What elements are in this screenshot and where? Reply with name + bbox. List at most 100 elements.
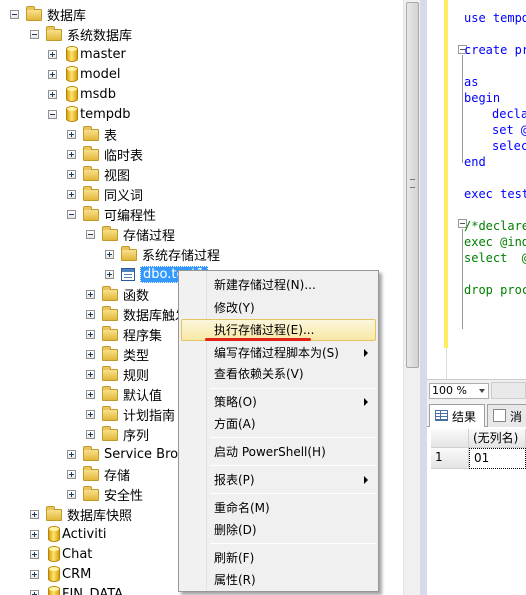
tree-node-system-stored-procedures[interactable]: 系统存储过程 (105, 244, 220, 264)
horizontal-scrollbar[interactable] (491, 382, 526, 399)
tree-node-plan-guides[interactable]: 计划指南 (86, 404, 175, 424)
expand-icon[interactable] (48, 89, 57, 99)
tree-label: 规则 (123, 368, 150, 384)
expand-icon[interactable] (86, 429, 95, 439)
folder-icon (102, 306, 118, 321)
tree-node-db-snapshots[interactable]: 数据库快照 (30, 504, 132, 524)
tree-label: FIN_DATA (62, 586, 124, 595)
tree-node-functions[interactable]: 函数 (86, 284, 149, 304)
collapse-icon[interactable] (48, 109, 57, 119)
tree-label: 系统数据库 (67, 28, 133, 44)
tree-scrollbar-thumb[interactable] (406, 2, 419, 368)
menu-item-reports[interactable]: 报表(P) (181, 469, 376, 491)
expand-icon[interactable] (86, 289, 95, 299)
tree-node-crm[interactable]: CRM (30, 564, 91, 584)
tab-messages[interactable]: 消 (487, 404, 526, 427)
expand-icon[interactable] (67, 469, 76, 479)
expand-icon[interactable] (86, 409, 95, 419)
collapse-icon[interactable] (86, 229, 95, 239)
tree-node-stored-procedures[interactable]: 存储过程 (86, 224, 175, 244)
tab-results[interactable]: 结果 (429, 404, 485, 427)
expand-icon[interactable] (48, 49, 57, 59)
tree-node-master[interactable]: master (48, 44, 126, 64)
expand-icon[interactable] (86, 349, 95, 359)
folder-icon (102, 346, 118, 361)
menu-item-modify[interactable]: 修改(Y) (181, 297, 376, 319)
tree-node-views[interactable]: 视图 (67, 164, 130, 184)
expand-icon[interactable] (67, 449, 76, 459)
tree-label: 程序集 (123, 328, 163, 344)
zoom-select[interactable]: 100 % (429, 383, 489, 399)
expand-icon[interactable] (67, 129, 76, 139)
tree-node-msdb[interactable]: msdb (48, 84, 116, 104)
expand-icon[interactable] (67, 149, 76, 159)
tree-node-security[interactable]: 安全性 (67, 484, 143, 504)
tree-node-tempdb[interactable]: tempdb (48, 104, 131, 124)
collapse-icon[interactable] (30, 29, 39, 39)
menu-item-facets[interactable]: 方面(A) (181, 413, 376, 435)
menu-separator (210, 437, 376, 438)
expand-icon[interactable] (86, 369, 95, 379)
menu-separator (210, 493, 376, 494)
menu-item-view-dependencies[interactable]: 查看依赖关系(V) (181, 363, 376, 385)
tree-node-types[interactable]: 类型 (86, 344, 149, 364)
menu-item-delete[interactable]: 删除(D) (181, 519, 376, 541)
row-number[interactable]: 1 (431, 448, 469, 469)
menu-item-powershell[interactable]: 启动 PowerShell(H) (181, 441, 376, 463)
expand-icon[interactable] (30, 549, 39, 559)
expand-icon[interactable] (30, 589, 39, 595)
code-line: as (464, 75, 479, 89)
tree-node-synonyms[interactable]: 同义词 (67, 184, 143, 204)
menu-separator (210, 543, 376, 544)
tab-label: 消 (510, 410, 523, 424)
tree-node-chat[interactable]: Chat (30, 544, 92, 564)
database-icon (66, 106, 78, 122)
collapse-icon[interactable] (67, 209, 76, 219)
tree-node-databases[interactable]: 数据库 (10, 4, 86, 24)
tree-scrollbar[interactable] (403, 0, 420, 595)
tree-node-temp-tables[interactable]: 临时表 (67, 144, 143, 164)
query-editor[interactable]: use tempdb create proc as begin declare … (427, 0, 526, 379)
expand-icon[interactable] (86, 309, 95, 319)
tree-label: Chat (62, 546, 93, 562)
tree-label: 函数 (123, 288, 150, 304)
database-icon (66, 86, 78, 102)
menu-item-new-proc[interactable]: 新建存储过程(N)... (181, 274, 376, 296)
menu-item-policies[interactable]: 策略(O) (181, 391, 376, 413)
tree-node-defaults[interactable]: 默认值 (86, 384, 162, 404)
tree-node-system-databases[interactable]: 系统数据库 (30, 24, 132, 44)
expand-icon[interactable] (67, 189, 76, 199)
column-header[interactable]: (无列名) (469, 429, 526, 448)
grid-cell[interactable]: 01 (469, 448, 526, 469)
expand-icon[interactable] (86, 329, 95, 339)
expand-icon[interactable] (30, 529, 39, 539)
tree-node-activiti[interactable]: Activiti (30, 524, 107, 544)
menu-item-script-as[interactable]: 编写存储过程脚本为(S) (181, 342, 376, 364)
tree-node-model[interactable]: model (48, 64, 120, 84)
collapse-icon[interactable] (10, 9, 19, 19)
expand-icon[interactable] (30, 569, 39, 579)
tree-node-storage[interactable]: 存储 (67, 464, 130, 484)
tree-node-assemblies[interactable]: 程序集 (86, 324, 162, 344)
annotation-underline (205, 338, 311, 341)
menu-item-rename[interactable]: 重命名(M) (181, 497, 376, 519)
folder-icon (83, 486, 99, 501)
expand-icon[interactable] (48, 69, 57, 79)
expand-icon[interactable] (105, 249, 114, 259)
tree-node-programmability[interactable]: 可编程性 (67, 204, 156, 224)
pane-splitter[interactable] (420, 0, 427, 595)
editor-margin (427, 0, 448, 379)
tree-node-sequences[interactable]: 序列 (86, 424, 149, 444)
expand-icon[interactable] (67, 489, 76, 499)
expand-icon[interactable] (105, 269, 114, 279)
menu-item-properties[interactable]: 属性(R) (181, 569, 376, 591)
expand-icon[interactable] (67, 169, 76, 179)
tree-node-fin-data[interactable]: FIN_DATA (30, 584, 123, 595)
tree-node-tables[interactable]: 表 (67, 124, 117, 144)
expand-icon[interactable] (86, 389, 95, 399)
menu-item-refresh[interactable]: 刷新(F) (181, 547, 376, 569)
expand-icon[interactable] (30, 509, 39, 519)
tree-node-rules[interactable]: 规则 (86, 364, 149, 384)
tab-label: 结果 (452, 410, 477, 424)
tree-label: 表 (104, 128, 118, 144)
